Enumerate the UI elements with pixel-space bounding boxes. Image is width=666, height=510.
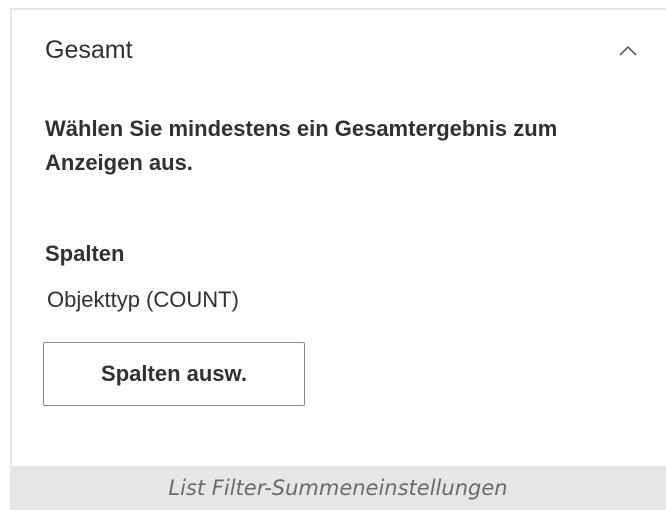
screenshot-frame: Gesamt Wählen Sie mindestens ein Gesamte…: [0, 0, 666, 510]
totals-section-header[interactable]: Gesamt: [45, 30, 646, 70]
image-caption: List Filter-Summeneinstellungen: [168, 476, 508, 500]
columns-label: Spalten: [45, 241, 125, 266]
selected-columns-value: Objekttyp (COUNT): [47, 287, 239, 312]
collapse-button[interactable]: [610, 32, 646, 68]
chevron-up-icon: [619, 45, 637, 56]
totals-description: Wählen Sie mindestens ein Gesamtergebnis…: [45, 116, 558, 175]
caption-bar: List Filter-Summeneinstellungen: [10, 466, 666, 510]
section-title: Gesamt: [45, 35, 133, 64]
select-columns-button[interactable]: Spalten ausw.: [43, 342, 305, 406]
